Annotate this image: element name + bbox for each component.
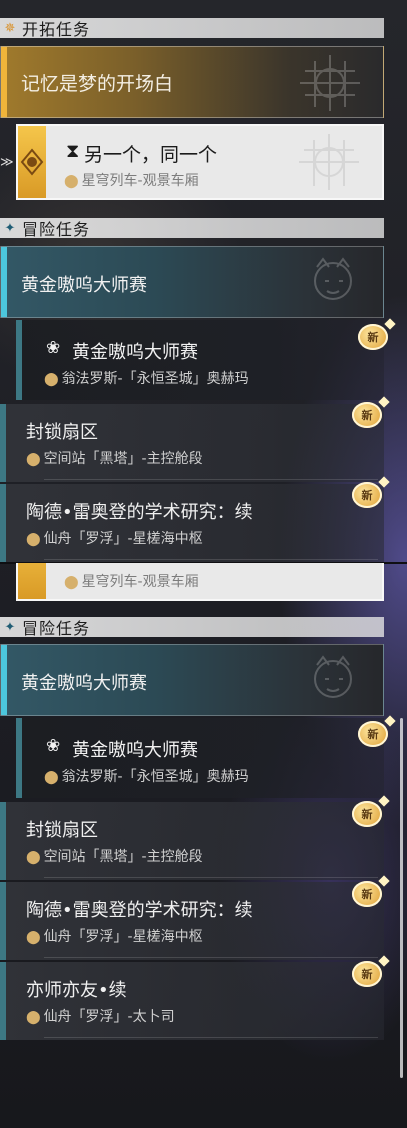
adventure-accent-bar bbox=[1, 645, 7, 715]
sub-quest-title: 黄金嗷呜大师赛 bbox=[72, 342, 198, 363]
quest-list-panel-top: ✵ 开拓任务 记忆是梦的开场白 ≫ ⧗ 另一个，同一个 ⬤ 星穹列车-观景车厢 ✦… bbox=[0, 0, 407, 563]
trailblaze-section-header: ✵ 开拓任务 bbox=[0, 18, 384, 39]
quest-list-panel-bottom: ⬤ 星穹列车-观景车厢 ✦ 冒险任务 黄金嗷呜大师赛 ❀ 黄金嗷呜大师赛 ⬤ 翁法罗… bbox=[0, 563, 407, 1128]
location-pin-icon: ⬤ bbox=[44, 770, 59, 785]
location-pin-icon: ⬤ bbox=[26, 1010, 41, 1025]
quest-title: 封锁扇区 bbox=[26, 820, 98, 841]
adventure-quest-main[interactable]: 黄金嗷呜大师赛 bbox=[0, 246, 384, 318]
quest-location-text: 仙舟「罗浮」-星槎海中枢 bbox=[43, 929, 203, 945]
location-pin-icon: ⬤ bbox=[26, 930, 41, 945]
quest-item[interactable]: 亦师亦友•续 ⬤ 仙舟「罗浮」-太卜司 bbox=[0, 962, 384, 1040]
location-pin-icon: ⬤ bbox=[26, 850, 41, 865]
divider-line bbox=[44, 957, 378, 958]
sub-quest-accent-bar bbox=[16, 718, 22, 798]
quest-item[interactable]: 陶德•雷奥登的学术研究：续 ⬤ 仙舟「罗浮」-星槎海中枢 bbox=[0, 484, 384, 562]
quest-accent-bar bbox=[0, 962, 6, 1040]
trailblaze-accent-bar bbox=[1, 47, 7, 117]
adventure-section-title: 冒险任务 bbox=[22, 220, 91, 239]
selected-quest-location: ⬤ 星穹列车-观景车厢 bbox=[64, 170, 199, 190]
new-badge: 新 bbox=[352, 801, 382, 827]
divider-line bbox=[44, 479, 378, 480]
adventure-section-icon: ✦ bbox=[4, 220, 16, 236]
quest-location-text: 空间站「黑塔」-主控舱段 bbox=[43, 451, 203, 467]
mascot-emblem-icon bbox=[314, 655, 352, 698]
new-badge: 新 bbox=[358, 324, 388, 350]
scrollbar[interactable] bbox=[400, 718, 403, 1078]
new-badge: 新 bbox=[352, 482, 382, 508]
sub-quest-title: 黄金嗷呜大师赛 bbox=[72, 740, 198, 761]
quest-location: ⬤ 空间站「黑塔」-主控舱段 bbox=[26, 846, 203, 866]
quest-item[interactable]: 陶德•雷奥登的学术研究：续 ⬤ 仙舟「罗浮」-星槎海中枢 bbox=[0, 882, 384, 960]
quest-accent-bar bbox=[0, 484, 6, 562]
trailblaze-section-icon: ✵ bbox=[4, 20, 16, 36]
train-emblem-watermark-icon bbox=[299, 134, 359, 190]
selected-quest-location-text: 星穹列车-观景车厢 bbox=[81, 574, 199, 590]
sub-quest-item[interactable]: ❀ 黄金嗷呜大师赛 ⬤ 翁法罗斯-「永恒圣城」奥赫玛 bbox=[16, 320, 384, 400]
new-badge: 新 bbox=[352, 402, 382, 428]
mascot-emblem-icon bbox=[314, 257, 352, 300]
adventure-quest-main[interactable]: 黄金嗷呜大师赛 bbox=[0, 644, 384, 716]
adventure-quest-title: 黄金嗷呜大师赛 bbox=[21, 673, 147, 694]
quest-title: 陶德•雷奥登的学术研究：续 bbox=[26, 900, 253, 921]
location-pin-icon: ⬤ bbox=[64, 575, 79, 590]
sub-quest-location-text: 翁法罗斯-「永恒圣城」奥赫玛 bbox=[61, 769, 249, 785]
new-badge: 新 bbox=[352, 881, 382, 907]
new-badge: 新 bbox=[358, 721, 388, 747]
adventure-quest-title: 黄金嗷呜大师赛 bbox=[21, 275, 147, 296]
new-badge: 新 bbox=[352, 961, 382, 987]
adventure-section-icon: ✦ bbox=[4, 619, 16, 635]
quest-location-text: 仙舟「罗浮」-太卜司 bbox=[43, 1009, 175, 1025]
mascot-paw-icon: ❀ bbox=[46, 338, 61, 358]
trailblaze-badge-icon bbox=[18, 563, 46, 599]
quest-title: 封锁扇区 bbox=[26, 422, 98, 443]
selected-quest-card[interactable]: ⧗ 另一个，同一个 ⬤ 星穹列车-观景车厢 bbox=[16, 124, 384, 200]
quest-item[interactable]: 封锁扇区 ⬤ 空间站「黑塔」-主控舱段 bbox=[0, 404, 384, 482]
mascot-paw-icon: ❀ bbox=[46, 736, 61, 756]
sub-quest-item[interactable]: ❀ 黄金嗷呜大师赛 ⬤ 翁法罗斯-「永恒圣城」奥赫玛 bbox=[16, 718, 384, 798]
location-pin-icon: ⬤ bbox=[26, 532, 41, 547]
quest-title: 亦师亦友•续 bbox=[26, 980, 127, 1001]
sub-quest-location: ⬤ 翁法罗斯-「永恒圣城」奥赫玛 bbox=[44, 368, 249, 388]
sub-quest-location-text: 翁法罗斯-「永恒圣城」奥赫玛 bbox=[61, 371, 249, 387]
selected-quest-location: ⬤ 星穹列车-观景车厢 bbox=[64, 571, 199, 591]
divider-line bbox=[44, 559, 378, 560]
selected-quest-title: 另一个，同一个 bbox=[84, 144, 218, 166]
sub-quest-location: ⬤ 翁法罗斯-「永恒圣城」奥赫玛 bbox=[44, 766, 249, 786]
quest-location-text: 仙舟「罗浮」-星槎海中枢 bbox=[43, 531, 203, 547]
selected-quest-card-partial[interactable]: ⬤ 星穹列车-观景车厢 bbox=[16, 563, 384, 601]
hourglass-icon: ⧗ bbox=[66, 140, 80, 162]
location-pin-icon: ⬤ bbox=[26, 452, 41, 467]
selected-arrow-icon: ≫ bbox=[0, 155, 14, 170]
quest-accent-bar bbox=[0, 802, 6, 880]
trailblaze-quest-title: 记忆是梦的开场白 bbox=[21, 73, 174, 95]
divider-line bbox=[44, 1037, 378, 1038]
quest-location: ⬤ 仙舟「罗浮」-星槎海中枢 bbox=[26, 926, 203, 946]
adventure-section-title: 冒险任务 bbox=[22, 619, 91, 638]
quest-location: ⬤ 仙舟「罗浮」-太卜司 bbox=[26, 1006, 175, 1026]
sub-quest-accent-bar bbox=[16, 320, 22, 400]
quest-accent-bar bbox=[0, 882, 6, 960]
trailblaze-badge-icon bbox=[18, 126, 46, 198]
adventure-accent-bar bbox=[1, 247, 7, 317]
train-emblem-icon bbox=[300, 55, 360, 111]
quest-accent-bar bbox=[0, 404, 6, 482]
quest-location-text: 空间站「黑塔」-主控舱段 bbox=[43, 849, 203, 865]
trailblaze-section-title: 开拓任务 bbox=[22, 20, 91, 39]
quest-location: ⬤ 仙舟「罗浮」-星槎海中枢 bbox=[26, 528, 203, 548]
quest-location: ⬤ 空间站「黑塔」-主控舱段 bbox=[26, 448, 203, 468]
trailblaze-quest-main[interactable]: 记忆是梦的开场白 bbox=[0, 46, 384, 118]
quest-title: 陶德•雷奥登的学术研究：续 bbox=[26, 502, 253, 523]
divider-line bbox=[44, 877, 378, 878]
adventure-section-header: ✦ 冒险任务 bbox=[0, 617, 384, 638]
selected-quest-location-text: 星穹列车-观景车厢 bbox=[81, 173, 199, 189]
location-pin-icon: ⬤ bbox=[64, 174, 79, 189]
quest-item[interactable]: 封锁扇区 ⬤ 空间站「黑塔」-主控舱段 bbox=[0, 802, 384, 880]
location-pin-icon: ⬤ bbox=[44, 372, 59, 387]
adventure-section-header: ✦ 冒险任务 bbox=[0, 218, 384, 239]
